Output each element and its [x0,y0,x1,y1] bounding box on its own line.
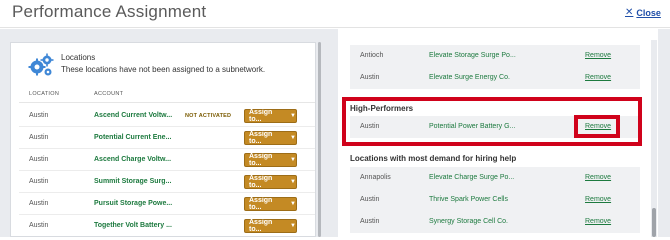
subnetwork-row: Austin Thrive Spark Power Cells Remove [350,189,640,211]
assign-label: Assign to... [249,153,273,167]
assign-label: Assign to... [249,109,273,123]
gears-icon [28,53,54,76]
assign-to-button[interactable]: Assign to... ▼ [244,109,297,123]
subnetwork-row: Austin Synergy Storage Cell Co. Remove [350,211,640,233]
assign-label: Assign to... [249,219,273,233]
close-button[interactable]: ✕ Close [625,7,661,18]
highlight-box-remove [574,115,620,138]
row-location: Annapolis [360,174,391,181]
chevron-down-icon: ▼ [290,157,296,163]
row-location: Austin [360,74,380,81]
locations-title: Locations [61,53,96,62]
subnetwork-row: Annapolis Elevate Charge Surge Po... Rem… [350,167,640,189]
row-location: Austin [29,200,49,207]
remove-link[interactable]: Remove [585,52,611,59]
chevron-down-icon: ▼ [290,135,296,141]
row-location: Austin [29,134,49,141]
remove-link[interactable]: Remove [585,174,611,181]
table-row: Austin Together Volt Battery ... Assign … [19,215,315,236]
assign-to-button[interactable]: Assign to... ▼ [244,219,297,233]
close-label: Close [636,7,661,18]
row-account-link[interactable]: Elevate Surge Energy Co. [429,74,510,81]
table-row: Austin Ascend Current Voltw... NOT ACTIV… [19,105,315,127]
assign-to-button[interactable]: Assign to... ▼ [244,197,297,211]
subnetwork-row: Antioch Elevate Storage Surge Po... Remo… [350,45,640,67]
row-location: Austin [29,222,49,229]
subnetwork-row: Austin Elevate Surge Energy Co. Remove [350,67,640,89]
assign-label: Assign to... [249,197,273,211]
row-location: Austin [29,178,49,185]
row-account-link[interactable]: Elevate Storage Surge Po... [429,52,516,59]
row-account-link[interactable]: Potential Current Ene... [94,134,171,141]
row-account-link[interactable]: Together Volt Battery ... [94,222,172,229]
table-row: Austin Pursuit Storage Powe... Assign to… [19,193,315,215]
assign-label: Assign to... [249,175,273,189]
row-location: Austin [29,112,49,119]
row-location: Austin [29,156,49,163]
table-row: Austin Potential Current Ene... Assign t… [19,127,315,149]
column-header-account: ACCOUNT [94,91,124,97]
close-icon: ✕ [625,7,634,18]
remove-link[interactable]: Remove [585,74,611,81]
status-badge: NOT ACTIVATED [185,113,232,119]
assign-to-button[interactable]: Assign to... ▼ [244,175,297,189]
header-divider [19,102,315,103]
remove-link[interactable]: Remove [585,196,611,203]
assign-to-button[interactable]: Assign to... ▼ [244,153,297,167]
table-row: Austin Ascend Charge Voltw... Assign to.… [19,149,315,171]
row-account-link[interactable]: Thrive Spark Power Cells [429,196,508,203]
chevron-down-icon: ▼ [290,179,296,185]
assign-to-button[interactable]: Assign to... ▼ [244,131,297,145]
page-title: Performance Assignment [12,2,207,21]
remove-link[interactable]: Remove [585,218,611,225]
row-location: Antioch [360,52,384,59]
locations-subtitle: These locations have not been assigned t… [61,65,266,74]
table-row: Austin Summit Storage Surg... Assign to.… [19,171,315,193]
row-location: Austin [360,218,380,225]
row-account-link[interactable]: Ascend Current Voltw... [94,112,172,119]
right-scrollbar-thumb[interactable] [652,208,656,237]
left-scrollbar[interactable] [318,42,321,237]
section-title-demand: Locations with most demand for hiring he… [350,154,517,163]
title-bar: Performance Assignment ✕ Close [0,0,670,28]
row-account-link[interactable]: Pursuit Storage Powe... [94,200,172,207]
row-location: Austin [360,196,380,203]
chevron-down-icon: ▼ [290,113,296,119]
row-account-link[interactable]: Summit Storage Surg... [94,178,171,185]
row-account-link[interactable]: Synergy Storage Cell Co. [429,218,508,225]
chevron-down-icon: ▼ [290,201,296,207]
row-account-link[interactable]: Elevate Charge Surge Po... [429,174,514,181]
chevron-down-icon: ▼ [290,223,296,229]
assign-label: Assign to... [249,131,273,145]
locations-panel: Locations These locations have not been … [10,42,316,237]
row-account-link[interactable]: Ascend Charge Voltw... [94,156,171,163]
column-header-location: LOCATION [29,91,60,97]
